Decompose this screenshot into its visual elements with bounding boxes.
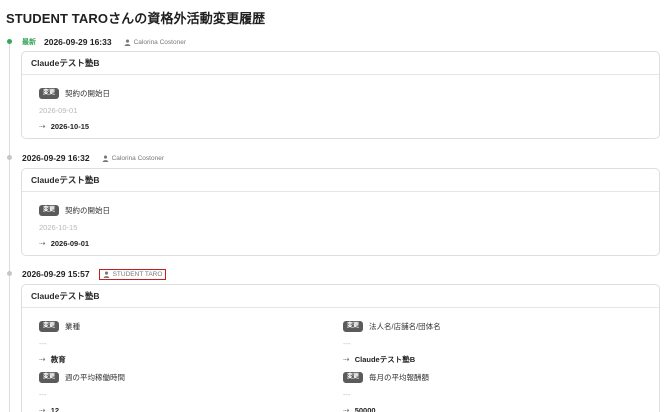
change-new-value: 50000 [354,405,376,412]
change-field-label: 毎月の平均報酬額 [369,372,430,382]
change-field-label: 契約の開始日 [65,88,111,98]
history-entry-header: 2026-09-29 16:32 Calorina Costoner [22,151,164,165]
change-tag: 変更 [39,320,60,332]
change-tag: 変更 [39,371,60,383]
change-new-value: 12 [50,405,60,412]
change-tag: 変更 [343,320,364,332]
entry-user: Calorina Costoner [124,39,186,46]
change-old-value: --- [39,390,47,399]
entry-user-name: Calorina Costoner [133,38,186,46]
change-new-value: 教育 [50,354,66,364]
change-new-value: 2026-09-01 [50,238,90,248]
change-tag: 変更 [39,204,60,216]
timeline-dot [7,271,12,276]
change-new-value: Claudeテスト塾B [354,354,416,364]
arrow-icon: ⇢ [39,405,46,412]
arrow-icon: ⇢ [39,354,46,364]
history-entry-header: 最新 2026-09-29 16:33 Calorina Costoner [22,35,186,49]
history-card: Claudeテスト塾B 変更 業種 --- ⇢ 教育 変更 法人名/店舗名/団体… [21,284,660,412]
card-title: Claudeテスト塾B [22,52,659,75]
arrow-icon: ⇢ [39,238,46,248]
change-old-value: 2026-10-15 [39,223,78,232]
arrow-icon: ⇢ [343,405,350,412]
change-field-label: 週の平均稼働時間 [65,372,126,382]
history-card: Claudeテスト塾B 変更 契約の開始日 2026-09-01 ⇢ 2026-… [21,51,660,139]
arrow-icon: ⇢ [343,354,350,364]
change-old-value: 2026-09-01 [39,106,78,115]
latest-badge: 最新 [22,39,36,46]
change-item: 変更 週の平均稼働時間 --- ⇢ 12 [39,371,125,412]
entry-user-name: STUDENT TARO [112,270,163,278]
entry-timestamp: 2026-09-29 16:33 [44,37,112,47]
change-field-label: 業種 [65,321,81,331]
change-tag: 変更 [343,371,364,383]
entry-user: Calorina Costoner [102,155,164,162]
change-tag: 変更 [39,87,60,99]
change-old-value: --- [343,390,351,399]
timeline-dot [7,155,12,160]
timeline-dot-latest [7,39,12,44]
change-field-label: 契約の開始日 [65,205,111,215]
user-icon [102,155,108,162]
entry-user-highlighted: STUDENT TARO [98,268,167,280]
arrow-icon: ⇢ [39,121,46,131]
change-item: 変更 業種 --- ⇢ 教育 [39,320,80,364]
change-item: 変更 毎月の平均報酬額 --- ⇢ 50000 [343,371,429,412]
card-title: Claudeテスト塾B [22,169,659,192]
history-entry-header: 2026-09-29 15:57 STUDENT TARO [22,267,167,281]
change-item: 変更 法人名/店舗名/団体名 --- ⇢ Claudeテスト塾B [343,320,441,364]
change-old-value: --- [39,339,47,348]
change-item: 変更 契約の開始日 2026-09-01 ⇢ 2026-10-15 [39,87,110,131]
change-new-value: 2026-10-15 [50,121,90,131]
page-title: STUDENT TAROさんの資格外活動変更履歴 [6,11,266,26]
user-icon [124,39,130,46]
history-card: Claudeテスト塾B 変更 契約の開始日 2026-10-15 ⇢ 2026-… [21,168,660,256]
entry-timestamp: 2026-09-29 15:57 [22,269,90,279]
change-item: 変更 契約の開始日 2026-10-15 ⇢ 2026-09-01 [39,204,110,248]
user-icon [103,271,109,278]
change-old-value: --- [343,339,351,348]
entry-user-name: Calorina Costoner [111,154,164,162]
change-field-label: 法人名/店舗名/団体名 [369,321,441,331]
timeline-line [9,44,10,412]
entry-timestamp: 2026-09-29 16:32 [22,153,90,163]
card-title: Claudeテスト塾B [22,285,659,308]
